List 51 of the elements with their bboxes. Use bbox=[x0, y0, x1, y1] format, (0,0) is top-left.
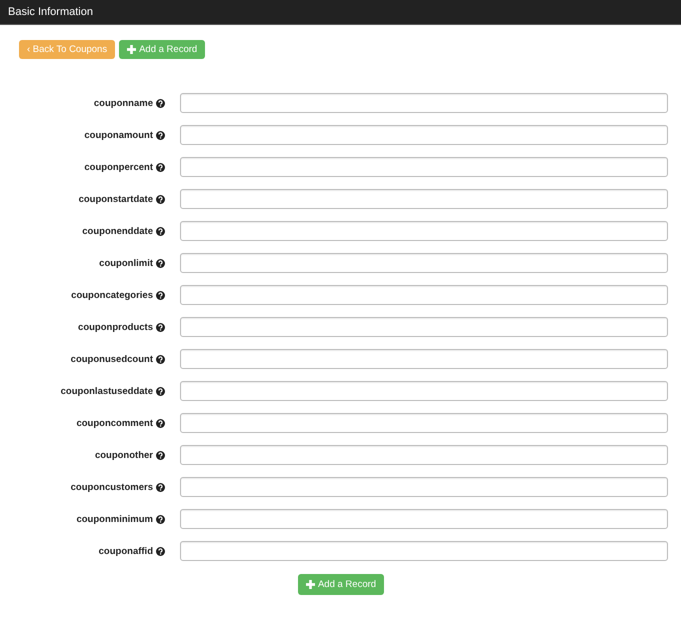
help-icon bbox=[156, 130, 165, 140]
input-field[interactable] bbox=[180, 317, 668, 337]
help-icon bbox=[156, 290, 165, 300]
field-label: couponother bbox=[94, 450, 153, 460]
input-field[interactable] bbox=[180, 93, 668, 113]
field-label: couponproducts bbox=[78, 322, 153, 332]
help-icon bbox=[156, 386, 165, 396]
help-icon bbox=[156, 418, 165, 428]
field-label: couponamount bbox=[84, 130, 153, 140]
input-field[interactable] bbox=[180, 541, 668, 561]
help-icon bbox=[156, 98, 165, 108]
input-field[interactable] bbox=[180, 381, 668, 401]
add-record-button[interactable]: Add a Record bbox=[298, 574, 384, 595]
field-label: couponaffid bbox=[98, 546, 153, 556]
field-label: couponstartdate bbox=[78, 194, 153, 204]
plus-icon bbox=[306, 580, 315, 589]
input-field[interactable] bbox=[180, 477, 668, 497]
plus-icon bbox=[127, 45, 136, 54]
input-field[interactable] bbox=[180, 189, 668, 209]
header-title: Basic Information bbox=[8, 6, 93, 18]
input-field[interactable] bbox=[180, 285, 668, 305]
input-field[interactable] bbox=[180, 509, 668, 529]
input-field[interactable] bbox=[180, 349, 668, 369]
field-label: couponlimit bbox=[99, 258, 153, 268]
input-field[interactable] bbox=[180, 413, 668, 433]
field-label: couponcustomers bbox=[70, 482, 153, 492]
back-button[interactable]: ‹ Back To Coupons bbox=[19, 40, 116, 59]
field-label: couponlastuseddate bbox=[60, 386, 153, 396]
field-label: couponname bbox=[94, 98, 153, 108]
input-field[interactable] bbox=[180, 125, 668, 145]
help-icon bbox=[156, 322, 165, 332]
input-field[interactable] bbox=[180, 221, 668, 241]
field-label: couponcategories bbox=[71, 290, 153, 300]
help-icon bbox=[156, 482, 165, 492]
help-icon bbox=[156, 514, 165, 524]
help-icon bbox=[156, 258, 165, 268]
field-label: couponminimum bbox=[76, 514, 153, 524]
input-field[interactable] bbox=[180, 253, 668, 273]
help-icon bbox=[156, 226, 165, 236]
field-label: couponusedcount bbox=[70, 354, 153, 364]
field-label: couponenddate bbox=[82, 226, 153, 236]
field-label: couponpercent bbox=[84, 162, 153, 172]
help-icon bbox=[156, 162, 165, 172]
add-record-button[interactable]: Add a Record bbox=[119, 40, 206, 59]
input-field[interactable] bbox=[180, 157, 668, 177]
input-field[interactable] bbox=[180, 445, 668, 465]
field-label: couponcomment bbox=[76, 418, 153, 428]
help-icon bbox=[156, 194, 165, 204]
help-icon bbox=[156, 354, 165, 364]
help-icon bbox=[156, 546, 165, 556]
help-icon bbox=[156, 450, 165, 460]
